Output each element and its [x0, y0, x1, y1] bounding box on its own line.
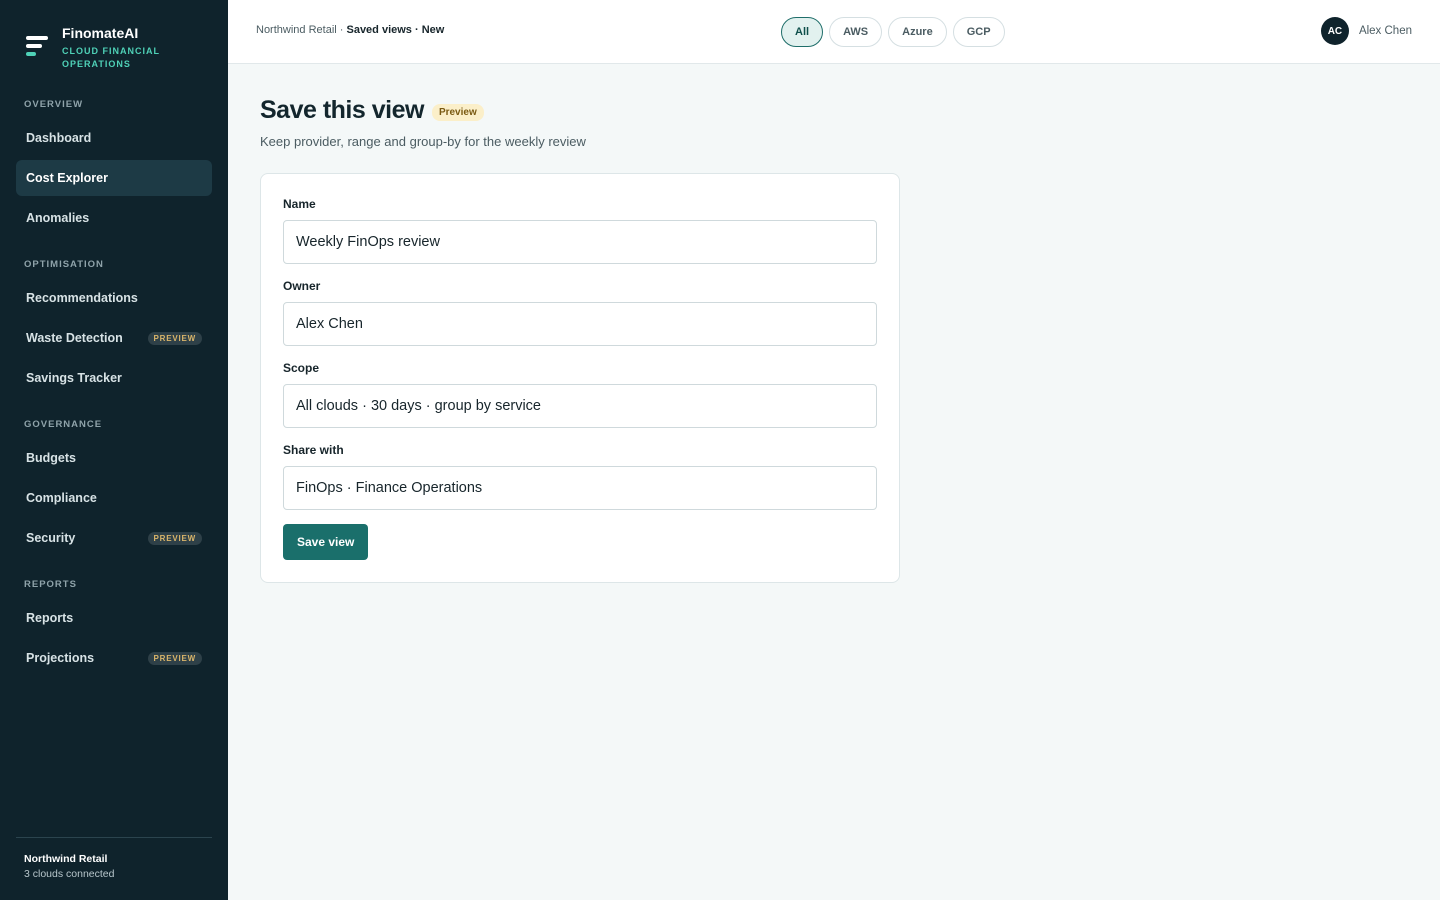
connection-status: 3 clouds connected [24, 868, 115, 880]
preview-badge: PREVIEW [147, 331, 202, 345]
nav-section-governance: GOVERNANCE [24, 419, 103, 430]
user-menu[interactable]: AC Alex Chen [1320, 17, 1412, 45]
sidebar: FinomateAI CLOUD FINANCIAL OPERATIONS OV… [0, 0, 228, 900]
share-with-field-label: Share with [283, 443, 344, 457]
owner-field[interactable] [283, 302, 877, 346]
save-view-button[interactable]: Save view [283, 524, 369, 560]
sidebar-item-label: Projections [26, 651, 95, 665]
sidebar-item-label: Budgets [26, 451, 76, 465]
sidebar-item-reports[interactable]: Reports [16, 600, 212, 636]
breadcrumb: Northwind Retail · Saved views · New [256, 24, 444, 36]
sidebar-item-anomalies[interactable]: Anomalies [16, 200, 212, 236]
share-with-field[interactable] [283, 466, 877, 510]
filter-chip-all[interactable]: All [781, 17, 824, 47]
scope-field[interactable] [283, 384, 877, 428]
sidebar-item-budgets[interactable]: Budgets [16, 440, 212, 476]
brand-name: FinomateAI [62, 25, 139, 41]
sidebar-item-security[interactable]: Security PREVIEW [16, 520, 212, 556]
breadcrumb-org[interactable]: Northwind Retail · [256, 24, 346, 36]
org-name: Northwind Retail [24, 853, 108, 865]
sidebar-item-projections[interactable]: Projections PREVIEW [16, 640, 212, 676]
sidebar-item-savings-tracker[interactable]: Savings Tracker [16, 360, 212, 396]
sidebar-item-label: Savings Tracker [26, 371, 122, 385]
sidebar-item-label: Cost Explorer [26, 171, 108, 185]
owner-field-label: Owner [283, 279, 321, 293]
avatar[interactable]: AC [1320, 17, 1349, 45]
filter-chip-azure[interactable]: Azure [888, 17, 947, 47]
nav-section-optimisation: OPTIMISATION [24, 259, 104, 270]
sidebar-footer: Northwind Retail 3 clouds connected [16, 837, 212, 900]
sidebar-item-label: Anomalies [26, 211, 90, 225]
page-title-row: Save this view Preview [260, 96, 484, 125]
sidebar-item-label: Recommendations [26, 291, 138, 305]
page-title: Save this view [260, 96, 424, 124]
filter-chip-aws[interactable]: AWS [829, 17, 883, 47]
scope-field-label: Scope [283, 361, 320, 375]
sidebar-item-label: Waste Detection [26, 331, 123, 345]
user-name: Alex Chen [1358, 25, 1412, 37]
sidebar-item-label: Reports [26, 611, 74, 625]
preview-badge: PREVIEW [147, 531, 202, 545]
sidebar-item-label: Compliance [26, 491, 97, 505]
top-bar: Northwind Retail · Saved views · New All… [228, 0, 1440, 64]
save-view-form: Name Owner Scope Share with Save view [260, 173, 900, 583]
brand-tagline: CLOUD FINANCIAL OPERATIONS [62, 46, 160, 69]
breadcrumb-current: Saved views · New [346, 24, 445, 36]
brand[interactable]: FinomateAI CLOUD FINANCIAL OPERATIONS [26, 24, 162, 71]
sidebar-item-label: Security [26, 531, 76, 545]
filter-chip-gcp[interactable]: GCP [952, 17, 1005, 47]
sidebar-item-waste-detection[interactable]: Waste Detection PREVIEW [16, 320, 212, 356]
nav-section-overview: OVERVIEW [24, 99, 84, 110]
name-field[interactable] [283, 220, 877, 264]
sidebar-item-recommendations[interactable]: Recommendations [16, 280, 212, 316]
provider-filter: All AWS Azure GCP [781, 17, 1011, 47]
page-subtitle: Keep provider, range and group-by for th… [260, 134, 586, 149]
nav-section-reports: REPORTS [24, 579, 77, 590]
main-content: Save this view Preview Keep provider, ra… [228, 64, 1440, 900]
preview-badge: PREVIEW [147, 651, 202, 665]
finomate-logo-icon [26, 34, 50, 60]
sidebar-item-dashboard[interactable]: Dashboard [16, 120, 212, 156]
sidebar-item-cost-explorer[interactable]: Cost Explorer [16, 160, 212, 196]
name-field-label: Name [283, 197, 316, 211]
sidebar-item-label: Dashboard [26, 131, 92, 145]
sidebar-item-compliance[interactable]: Compliance [16, 480, 212, 516]
preview-badge: Preview [431, 104, 484, 121]
